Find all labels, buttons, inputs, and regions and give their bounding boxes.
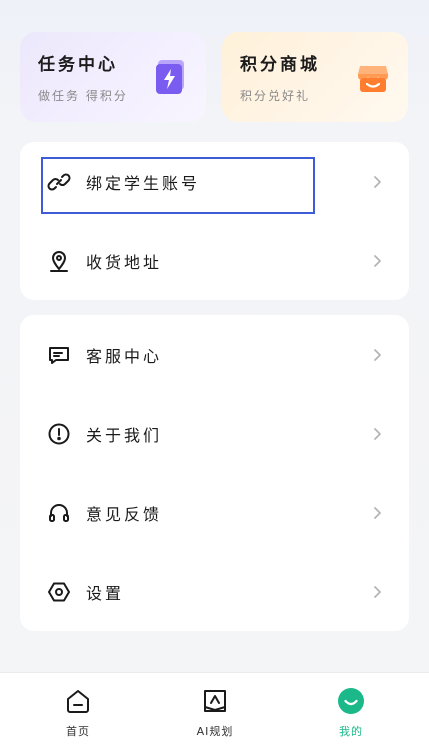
chevron-right-icon xyxy=(374,348,381,361)
menu-item-label: 意见反馈 xyxy=(86,504,163,524)
chevron-right-icon xyxy=(374,585,381,598)
menu-item-label: 收货地址 xyxy=(86,252,163,272)
info-icon xyxy=(46,421,72,447)
settings-hexagon-icon xyxy=(46,579,72,605)
nav-tab-home[interactable]: 首页 xyxy=(38,687,118,739)
points-mall-card[interactable]: 积分商城 积分兑好礼 xyxy=(222,32,408,122)
chevron-right-icon xyxy=(374,506,381,519)
menu-item-customer-service[interactable]: 客服中心 xyxy=(20,315,409,394)
message-icon xyxy=(46,342,72,368)
headphones-icon xyxy=(46,500,72,526)
ai-book-icon xyxy=(204,690,226,712)
menu-item-label: 设置 xyxy=(86,583,125,603)
menu-item-settings[interactable]: 设置 xyxy=(20,552,409,631)
menu-item-about-us[interactable]: 关于我们 xyxy=(20,394,409,473)
chevron-right-icon xyxy=(374,175,381,188)
location-pin-icon xyxy=(46,248,72,274)
nav-label: 首页 xyxy=(66,725,90,738)
nav-tab-ai-plan[interactable]: AI规划 xyxy=(175,687,255,739)
home-icon xyxy=(67,690,89,713)
nav-label: AI规划 xyxy=(196,725,234,738)
menu-item-feedback[interactable]: 意见反馈 xyxy=(20,473,409,552)
menu-item-bind-student[interactable]: 绑定学生账号 xyxy=(20,142,409,221)
menu-item-label: 绑定学生账号 xyxy=(86,173,201,193)
support-menu-card: 客服中心 关于我们 意见反馈 设置 xyxy=(20,315,409,631)
nav-label: 我的 xyxy=(339,725,363,738)
nav-tab-mine[interactable]: 我的 xyxy=(311,687,391,739)
menu-item-label: 客服中心 xyxy=(86,346,163,366)
promo-row: 任务中心 做任务 得积分 积分商城 积分兑好礼 xyxy=(20,32,409,122)
profile-smile-icon xyxy=(338,688,364,714)
lightning-badge-icon xyxy=(156,60,184,94)
chevron-right-icon xyxy=(374,427,381,440)
chevron-right-icon xyxy=(374,254,381,267)
account-menu-card: 绑定学生账号 收货地址 xyxy=(20,142,409,300)
shop-icon xyxy=(358,66,388,92)
menu-item-label: 关于我们 xyxy=(86,425,163,445)
menu-item-address[interactable]: 收货地址 xyxy=(20,221,409,300)
task-center-card[interactable]: 任务中心 做任务 得积分 xyxy=(20,32,206,122)
bottom-nav: 首页 AI规划 我的 xyxy=(0,672,429,750)
link-icon xyxy=(46,169,72,195)
